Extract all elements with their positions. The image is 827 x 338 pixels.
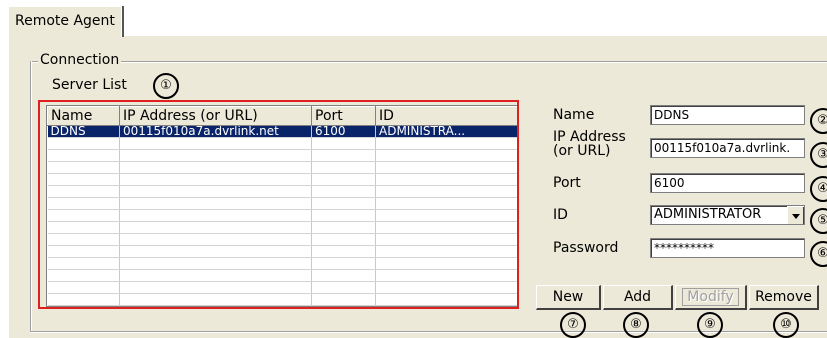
port-label: Port	[553, 175, 581, 191]
marker-7: ⑦	[560, 312, 586, 338]
group-label-connection: Connection	[38, 52, 122, 68]
id-dropdown[interactable]: ADMINISTRATOR	[650, 205, 805, 225]
add-button[interactable]: Add	[603, 285, 673, 310]
group-border-top	[30, 61, 827, 62]
id-label: ID	[553, 207, 568, 223]
id-dropdown-value: ADMINISTRATOR	[654, 207, 762, 222]
tab-remote-agent[interactable]: Remote Agent	[8, 6, 122, 37]
marker-8: ⑧	[623, 312, 649, 338]
modify-button[interactable]: Modify	[675, 285, 747, 310]
port-field[interactable]: 6100	[650, 173, 805, 193]
password-field[interactable]: **********	[650, 238, 805, 258]
password-label: Password	[553, 240, 619, 256]
marker-9: ⑨	[697, 312, 723, 338]
ip-label-line2: (or URL)	[553, 143, 611, 159]
new-button[interactable]: New	[536, 285, 601, 310]
chevron-down-icon[interactable]	[787, 206, 804, 224]
marker-10: ⑩	[773, 312, 799, 338]
ip-address-field[interactable]: 00115f010a7a.dvrlink.	[650, 138, 805, 158]
ip-label-line1: IP Address	[553, 129, 626, 145]
highlight-box	[38, 100, 519, 309]
name-label: Name	[553, 107, 595, 123]
remove-button[interactable]: Remove	[749, 285, 819, 310]
group-border-left	[30, 61, 31, 331]
ip-label: IP Address (or URL)	[553, 130, 626, 158]
modify-button-label: Modify	[682, 288, 739, 306]
name-field[interactable]: DDNS	[650, 105, 805, 125]
marker-1: ①	[153, 73, 179, 99]
server-list-label: Server List	[52, 77, 127, 93]
